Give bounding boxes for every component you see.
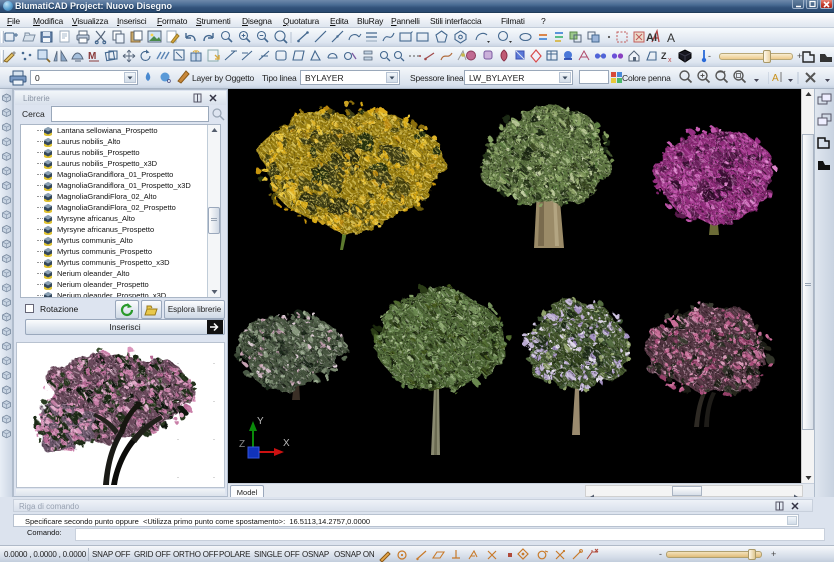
svg-text:Z: Z xyxy=(661,51,667,61)
svg-text:o: o xyxy=(167,78,171,85)
svg-text:AI: AI xyxy=(646,32,657,44)
svg-text:Y: Y xyxy=(257,416,264,427)
svg-text:X: X xyxy=(283,438,290,449)
svg-text:A: A xyxy=(772,73,779,84)
svg-text:x: x xyxy=(668,57,672,64)
svg-text:A: A xyxy=(667,31,675,45)
svg-text:M: M xyxy=(88,51,96,62)
svg-text:Z: Z xyxy=(239,439,245,450)
